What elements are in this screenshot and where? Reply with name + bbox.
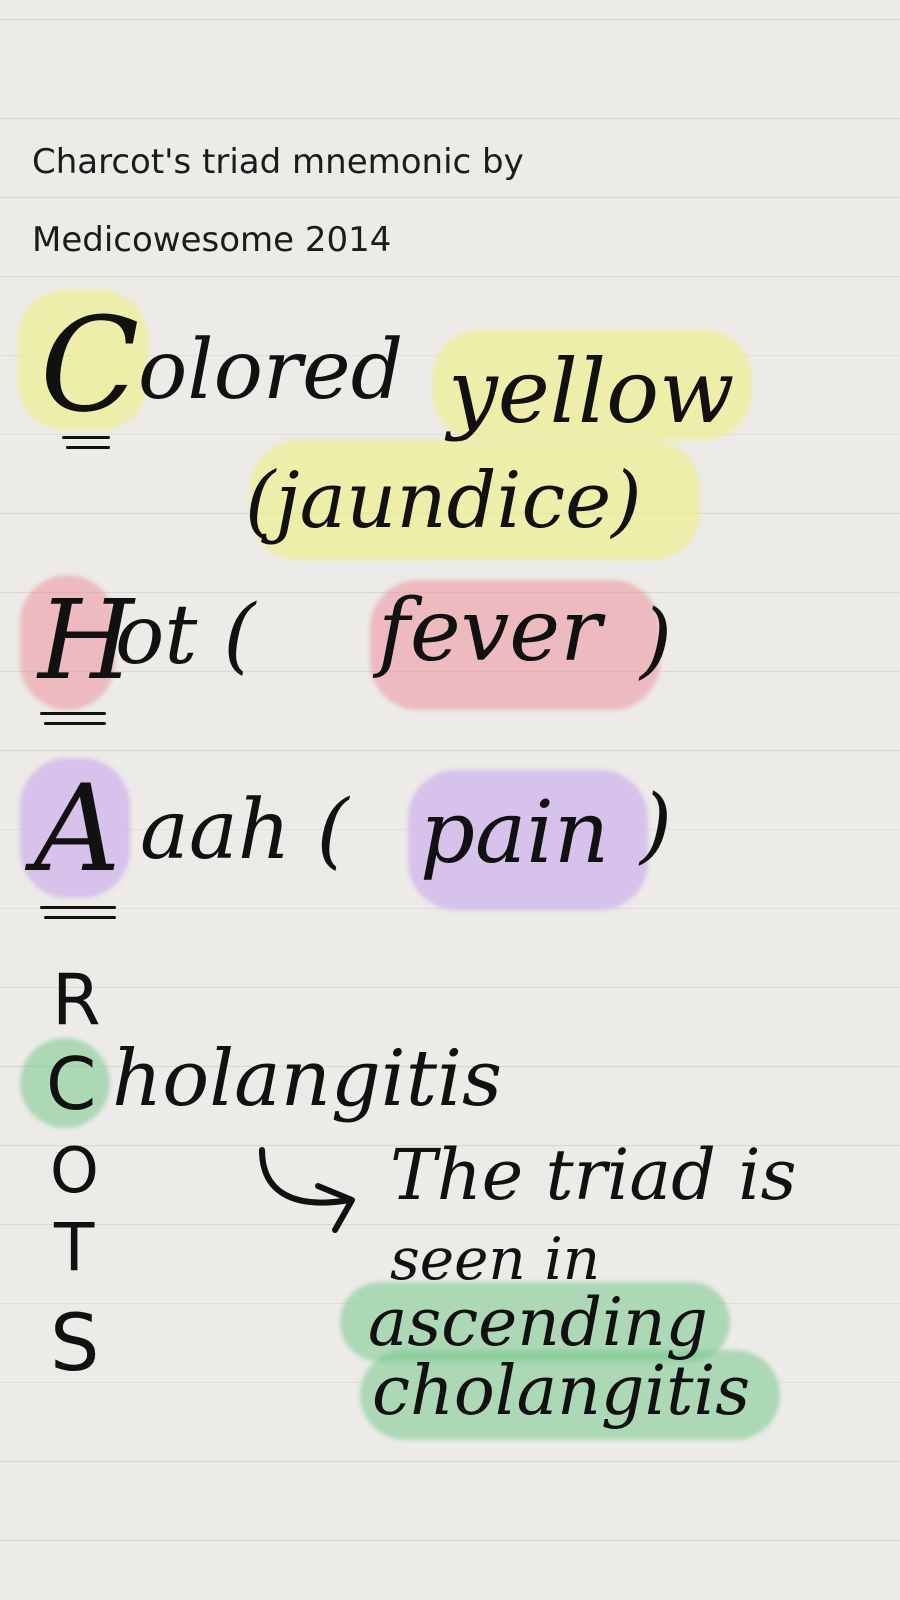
note-line-3: ascending (368, 1284, 708, 1361)
note-line-4: cholangitis (372, 1352, 751, 1431)
note-line-1: The triad is (390, 1134, 797, 1216)
note-line-2: seen in (390, 1225, 601, 1293)
